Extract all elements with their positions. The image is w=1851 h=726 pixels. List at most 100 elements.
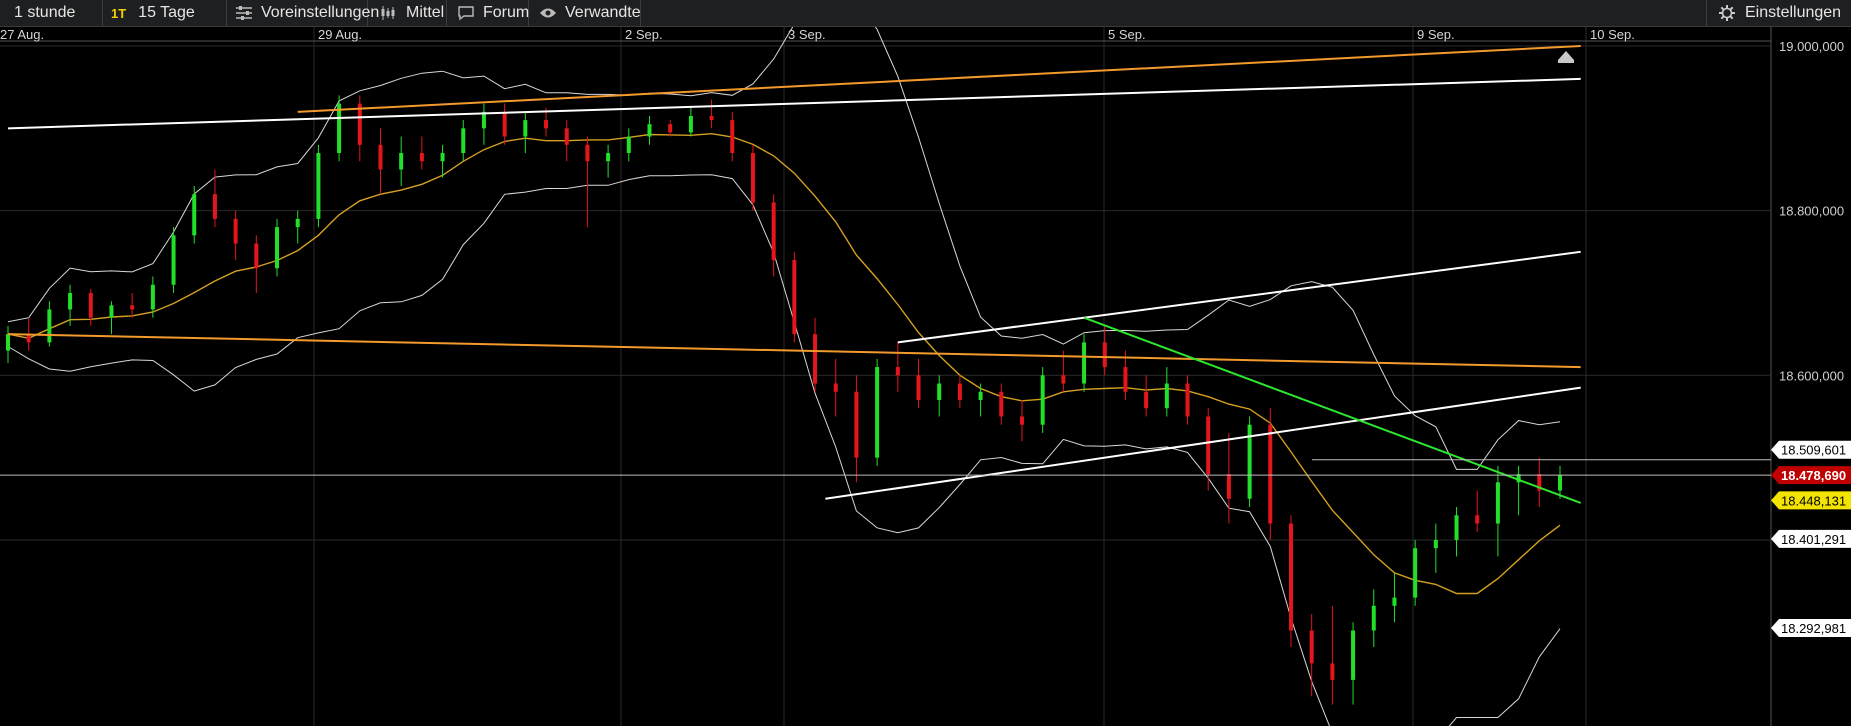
- date-axis: 27 Aug. 29 Aug. 2 Sep. 3 Sep. 5 Sep. 9 Sep. 10…: [0, 27, 1635, 42]
- candle-body: [1495, 482, 1500, 524]
- candle-body: [337, 103, 342, 154]
- gear-icon: [1717, 3, 1737, 23]
- price-labels: 18.509,601 18.478,690 18.448,131 18.401,291…: [1771, 440, 1851, 638]
- candle-body: [1164, 383, 1169, 409]
- candle-body: [316, 153, 321, 219]
- candle-body: [1061, 375, 1066, 384]
- date-label: 2 Sep.: [625, 27, 663, 42]
- scroll-marker-icon: [1558, 51, 1574, 63]
- candle-body: [254, 243, 259, 269]
- trendline: [825, 386, 1581, 500]
- price-label: 18.292,981: [1781, 621, 1846, 636]
- candle-body: [937, 383, 942, 400]
- candle-body: [1351, 630, 1356, 680]
- price-reference-lines: [0, 459, 1771, 476]
- presets-label: Voreinstellungen: [261, 4, 380, 21]
- chat-bubble-icon: [457, 3, 475, 23]
- candle-body: [792, 260, 797, 335]
- range-selector[interactable]: 1T 15 Tage: [103, 0, 227, 26]
- candle-body: [47, 309, 52, 343]
- candle-body: [192, 194, 197, 236]
- candle-body: [895, 367, 900, 376]
- candle-body: [461, 128, 466, 154]
- settings-button[interactable]: Einstellungen: [1706, 0, 1851, 26]
- candle-body: [523, 120, 528, 137]
- candle-body: [978, 391, 983, 400]
- candle-body: [1454, 515, 1459, 540]
- price-label: 18.478,690: [1781, 468, 1846, 483]
- candle-body: [1144, 391, 1149, 409]
- candle-body: [606, 153, 611, 162]
- candle-body: [109, 305, 114, 318]
- eye-icon: [539, 3, 557, 23]
- price-tick-label: 18.800,000: [1779, 204, 1844, 219]
- forum-button[interactable]: Forum: [447, 0, 529, 26]
- presets-button[interactable]: Voreinstellungen: [227, 0, 379, 26]
- candle-body: [171, 235, 176, 285]
- candle-body: [419, 153, 424, 162]
- candle-body: [730, 120, 735, 154]
- forum-label: Forum: [483, 4, 530, 21]
- candle-body: [1226, 474, 1231, 499]
- candle-body: [875, 367, 880, 458]
- candle-body: [771, 202, 776, 261]
- price-chart[interactable]: 27 Aug. 29 Aug. 2 Sep. 3 Sep. 5 Sep. 9 Sep. 10…: [0, 27, 1851, 726]
- candle-body: [295, 218, 300, 228]
- price-label: 18.448,131: [1781, 493, 1846, 508]
- candle-body: [357, 103, 362, 145]
- sliders-icon: [235, 3, 253, 23]
- chart-grid: [0, 27, 1772, 726]
- candle-body: [668, 124, 673, 133]
- price-label: 18.401,291: [1781, 532, 1846, 547]
- related-label: Verwandte: [565, 4, 641, 21]
- interval-label: 1 stunde: [14, 4, 76, 21]
- chart-toolbar: 1 stunde 1T 15 Tage Voreinstellungen Mit…: [0, 0, 1851, 27]
- candle-body: [88, 292, 93, 318]
- candle-body: [150, 284, 155, 310]
- candle-body: [1475, 515, 1480, 524]
- candle-body: [68, 292, 73, 310]
- candle-body: [647, 124, 652, 137]
- price-label: 18.509,601: [1781, 443, 1846, 458]
- candle-body: [1330, 663, 1335, 680]
- candle-body: [1185, 383, 1190, 417]
- candle-body: [916, 375, 921, 400]
- candle-body: [130, 305, 135, 310]
- candle-body: [1123, 367, 1128, 392]
- related-button[interactable]: Verwandte: [529, 0, 641, 26]
- candle-body: [502, 111, 507, 137]
- date-label: 9 Sep.: [1417, 27, 1455, 42]
- candle-body: [1371, 605, 1376, 631]
- date-label: 5 Sep.: [1108, 27, 1146, 42]
- candle-body: [1082, 342, 1087, 384]
- trendline: [897, 250, 1581, 344]
- price-tick-label: 19.000,000: [1779, 39, 1844, 54]
- trendline: [297, 45, 1581, 113]
- candle-body: [1102, 342, 1107, 368]
- candle-body: [1040, 375, 1045, 425]
- candle-body: [709, 115, 714, 121]
- candle-body: [440, 153, 445, 162]
- candle-body: [957, 383, 962, 400]
- date-label: 3 Sep.: [788, 27, 826, 42]
- candle-body: [399, 153, 404, 170]
- candle-body: [1288, 523, 1293, 631]
- candlestick-icon: [378, 3, 398, 23]
- range-label: 15 Tage: [138, 4, 195, 21]
- candle-body: [1019, 416, 1024, 425]
- candle-body: [1433, 539, 1438, 549]
- indicator-button[interactable]: Mittel: [368, 0, 447, 26]
- candle-body: [1268, 424, 1273, 524]
- interval-selector[interactable]: 1 stunde: [0, 0, 103, 26]
- price-tick-label: 18.600,000: [1779, 368, 1844, 383]
- candle-body: [813, 334, 818, 384]
- candle-body: [544, 120, 549, 129]
- candle-body: [750, 153, 755, 203]
- range-badge: 1T: [111, 5, 127, 21]
- candle-body: [1413, 548, 1418, 598]
- candle-body: [564, 128, 569, 145]
- candle-body: [378, 144, 383, 170]
- candle-body: [1309, 630, 1314, 664]
- settings-label: Einstellungen: [1745, 4, 1842, 21]
- candle-body: [6, 334, 10, 351]
